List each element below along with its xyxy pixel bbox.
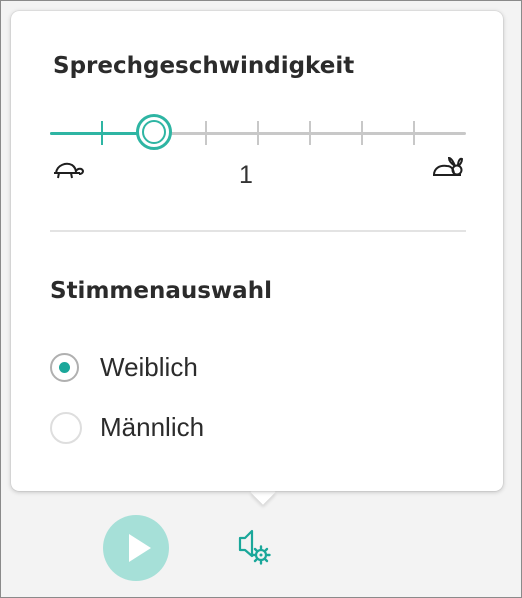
- radio-selected-dot: [59, 362, 70, 373]
- play-button[interactable]: [103, 515, 169, 581]
- rabbit-icon: [431, 155, 465, 185]
- radio-button-female[interactable]: [50, 353, 79, 382]
- speaker-settings-button[interactable]: [235, 526, 277, 568]
- slider-tick: [101, 121, 103, 145]
- speech-speed-slider[interactable]: [50, 113, 466, 153]
- turtle-icon: [51, 159, 85, 185]
- slider-tick: [205, 121, 207, 145]
- voice-option-female[interactable]: Weiblich: [50, 352, 350, 386]
- voice-option-male-label[interactable]: Männlich: [100, 412, 204, 443]
- speaker-settings-icon: [238, 529, 271, 565]
- voice-option-male[interactable]: Männlich: [50, 412, 350, 446]
- slider-tick: [257, 121, 259, 145]
- slider-thumb-inner: [142, 120, 166, 144]
- window-frame: Sprechgeschwindigkeit 1 Stimmenauswahl W…: [0, 0, 522, 598]
- section-divider: [50, 230, 466, 232]
- slider-tick: [309, 121, 311, 145]
- slider-tick: [361, 121, 363, 145]
- speech-speed-title: Sprechgeschwindigkeit: [53, 53, 355, 79]
- radio-button-male[interactable]: [50, 412, 82, 444]
- slider-tick: [413, 121, 415, 145]
- voice-selection-title: Stimmenauswahl: [50, 278, 272, 304]
- speech-speed-value: 1: [239, 161, 253, 189]
- slider-thumb[interactable]: [136, 114, 172, 150]
- play-icon: [129, 534, 151, 562]
- voice-option-female-label[interactable]: Weiblich: [100, 352, 198, 383]
